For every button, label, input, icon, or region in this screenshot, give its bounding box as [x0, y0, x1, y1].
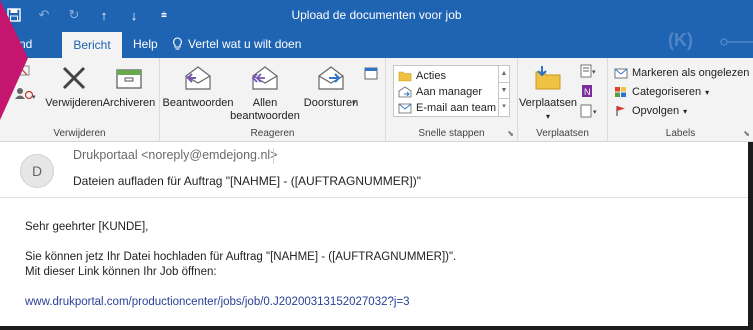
avatar[interactable]: D — [20, 154, 54, 188]
body-greeting: Sehr geehrter [KUNDE], — [25, 221, 149, 233]
mark-unread-label: Markeren als ongelezen — [632, 67, 750, 79]
delete-button[interactable]: Verwijderen — [44, 62, 104, 110]
job-link[interactable]: www.drukportal.com/productioncenter/jobs… — [25, 296, 410, 308]
onenote-icon: N — [582, 85, 592, 97]
outlook-message-window: ↶ ↻ ↑ ↓ ⩧ Upload de documenten voor job … — [0, 0, 753, 330]
forward-icon — [318, 66, 344, 90]
right-frame-strip — [748, 142, 753, 330]
group-verplaatsen: Verplaatsen ▾ ▾ N ▾ Verplaatsen — [518, 58, 608, 142]
close-icon — [62, 66, 86, 90]
reply-button[interactable]: Beantwoorden — [162, 62, 234, 110]
title-bar: ↶ ↻ ↑ ↓ ⩧ Upload de documenten voor job — [0, 0, 753, 30]
quick-step-email-team[interactable]: E-mail aan team — [398, 100, 496, 115]
folder-icon — [398, 71, 412, 81]
tab-bericht[interactable]: Bericht — [62, 32, 122, 58]
highlight-arrow-icon — [0, 0, 28, 120]
quick-steps-gallery: Acties Aan manager E-mail aan team ▲ ▼ ▾ — [393, 65, 510, 117]
labels-dialog-launcher-icon[interactable]: ⬊ — [743, 129, 750, 138]
categorize-dropdown-icon: ▾ — [705, 87, 710, 97]
envelope-unread-icon — [614, 68, 628, 79]
actions-button[interactable]: ▾ — [580, 104, 600, 123]
follow-up-button[interactable]: Opvolgen ▾ — [614, 102, 687, 120]
archive-label: Archiveren — [102, 97, 156, 109]
body-line-1: Sie können jetz Ihr Datei hochladen für … — [25, 251, 457, 263]
group-label-reageren: Reageren — [250, 128, 295, 139]
group-label-verplaatsen: Verplaatsen — [536, 128, 589, 139]
rules-button[interactable]: ▾ — [580, 64, 596, 83]
screenshot-frame: ↶ ↻ ↑ ↓ ⩧ Upload de documenten voor job … — [0, 0, 753, 330]
calendar-icon — [364, 67, 378, 80]
key-icon — [720, 38, 753, 46]
ribbon-tab-bar: stand Bericht Help Vertel wat u wilt doe… — [0, 30, 753, 58]
reply-icon — [185, 66, 211, 90]
categorize-label: Categoriseren — [632, 86, 702, 98]
move-dropdown-icon: ▾ — [545, 112, 550, 121]
dialog-launcher-icon[interactable]: ⬊ — [507, 129, 514, 138]
categorize-icon — [615, 87, 626, 97]
reply-all-icon — [251, 66, 278, 90]
quick-steps-scrollbar[interactable]: ▲ ▼ ▾ — [498, 66, 509, 116]
archive-icon — [116, 69, 142, 89]
actions-icon: ▾ — [580, 104, 597, 118]
mark-unread-button[interactable]: Markeren als ongelezen — [614, 64, 749, 82]
ribbon: ▾ Verwijderen Archiveren Verwijderen Bea… — [0, 58, 753, 142]
follow-up-dropdown-icon: ▾ — [683, 106, 688, 116]
quick-step-email-team-label: E-mail aan team — [416, 101, 497, 114]
bottom-frame-strip — [0, 326, 753, 330]
lightbulb-icon — [173, 37, 182, 50]
message-header: D Drukportaal <noreply@emdejong.nl> Date… — [0, 142, 753, 198]
mail-team-icon — [398, 103, 412, 113]
quick-step-acties-label: Acties — [416, 69, 446, 82]
reply-all-label-1: Allen — [252, 97, 278, 109]
flag-icon — [616, 106, 625, 116]
body-line-2: Mit dieser Link können Ihr Job öffnen: — [25, 266, 217, 278]
follow-up-label: Opvolgen — [632, 105, 680, 117]
tell-me-search[interactable]: Vertel wat u wilt doen — [172, 30, 301, 58]
group-reageren: Beantwoorden Allen beantwoorden Doorstur… — [160, 58, 386, 142]
message-pane: D Drukportaal <noreply@emdejong.nl> Date… — [0, 142, 753, 330]
sender[interactable]: Drukportaal <noreply@emdejong.nl> — [73, 148, 277, 162]
quick-step-aan-manager-label: Aan manager — [416, 85, 483, 98]
svg-text:▾: ▾ — [593, 109, 597, 116]
watermark-logo: (K) — [668, 30, 693, 50]
categorize-button[interactable]: Categoriseren ▾ — [614, 83, 709, 101]
quick-step-acties[interactable]: Acties — [398, 68, 446, 83]
header-divider — [273, 148, 274, 164]
forward-label: Doorsturen — [303, 97, 359, 109]
delete-label: Verwijderen — [45, 97, 103, 109]
rules-icon: ▾ — [580, 64, 596, 78]
move-button[interactable]: Verplaatsen ▾ — [518, 62, 578, 123]
move-folder-icon — [535, 66, 561, 90]
tell-me-label: Vertel wat u wilt doen — [188, 37, 302, 51]
group-label-labels: Labels — [665, 128, 696, 139]
forward-mail-icon — [398, 86, 412, 97]
window-title: Upload de documenten voor job — [291, 8, 462, 22]
meeting-reply-button[interactable] — [364, 66, 378, 85]
tab-help[interactable]: Help — [133, 30, 158, 58]
move-label: Verplaatsen — [518, 97, 578, 109]
group-label-snelle-stappen: Snelle stappen — [418, 128, 485, 139]
svg-text:▾: ▾ — [592, 69, 596, 76]
archive-button[interactable]: Archiveren — [101, 62, 157, 110]
reply-all-label-2: beantwoorden — [230, 110, 300, 122]
reply-all-button[interactable]: Allen beantwoorden — [230, 62, 300, 123]
svg-text:N: N — [584, 87, 591, 97]
subject: Dateien aufladen für Auftrag "[NAHME] - … — [73, 174, 421, 188]
onenote-button[interactable]: N — [580, 84, 594, 103]
reply-label: Beantwoorden — [162, 97, 234, 109]
quick-step-aan-manager[interactable]: Aan manager — [398, 84, 482, 99]
more-reply-button[interactable]: ▾ — [352, 98, 356, 107]
